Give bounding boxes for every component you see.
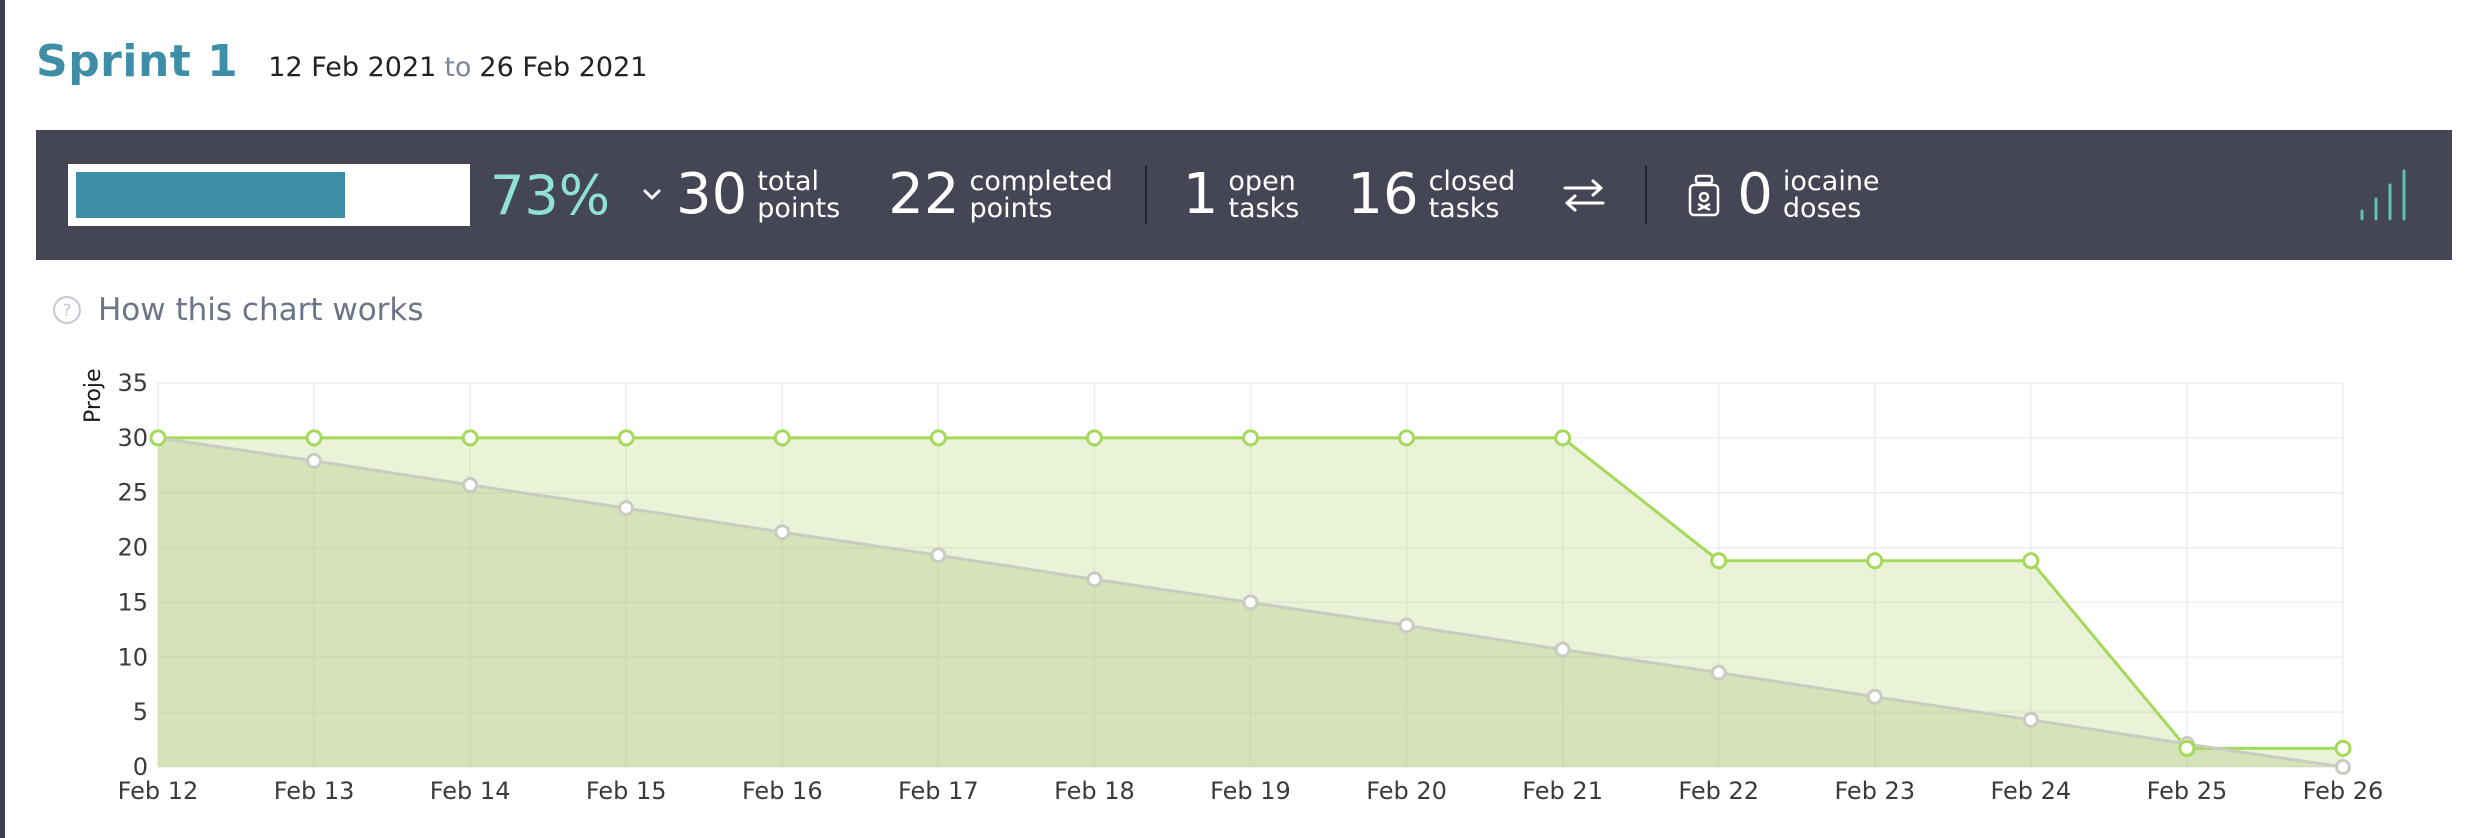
sprint-title[interactable]: Sprint 1 <box>36 36 238 87</box>
real-burndown-point <box>461 429 479 447</box>
total-points-label-line-1: total <box>757 166 820 197</box>
question-circle-icon: ? <box>52 295 82 325</box>
y-tick-label: 15 <box>117 588 148 616</box>
real-burndown-point <box>305 429 323 447</box>
optimal-burndown-point <box>2335 759 2351 775</box>
burndown-chart: 05101520253035 Feb 12 Feb 13 Feb 14 Feb 15 F… <box>81 368 2384 805</box>
iocaine-doses-value: 0 <box>1737 162 1773 227</box>
total-points-value: 30 <box>676 162 748 227</box>
y-tick-label: 10 <box>117 643 148 671</box>
optimal-burndown-point <box>774 524 791 541</box>
real-burndown-point <box>1085 429 1103 447</box>
closed-tasks-label: closed tasks <box>1429 168 1516 222</box>
completed-points-label-line-2: points <box>969 193 1053 224</box>
y-tick-label: 35 <box>117 369 148 397</box>
progress-percent: 73% <box>490 163 611 227</box>
x-tick-label: Feb 19 <box>1210 777 1291 805</box>
how-chart-works-link[interactable]: ? How this chart works <box>52 292 424 328</box>
open-tasks-label: open tasks <box>1228 168 1299 222</box>
iocaine-doses-label-line-1: iocaine <box>1782 166 1880 197</box>
completed-points-label-line-1: completed <box>969 166 1113 197</box>
optimal-burndown-point <box>930 547 947 564</box>
sprint-start-date: 12 Feb 2021 <box>268 52 437 83</box>
y-tick-label: 20 <box>117 534 148 562</box>
open-tasks-label-line-2: tasks <box>1228 193 1300 224</box>
sprint-header: Sprint 1 12 Feb 2021 to 26 Feb 2021 <box>36 36 647 96</box>
svg-text:?: ? <box>62 301 71 321</box>
y-tick-label: 30 <box>117 424 148 452</box>
stats-divider-2 <box>1645 166 1648 224</box>
y-axis-title: Proje <box>81 368 106 423</box>
iocaine-doses-label: iocaine doses <box>1783 168 1880 222</box>
total-points-label: total points <box>757 168 840 222</box>
sprint-end-date: 26 Feb 2021 <box>479 52 648 83</box>
closed-tasks-value: 16 <box>1347 162 1419 227</box>
x-axis-ticks: Feb 12 Feb 13 Feb 14 Feb 15 Feb 16 Feb 17 Feb … <box>118 777 2384 805</box>
x-tick-label: Feb 15 <box>586 777 667 805</box>
sprint-progress-fill <box>76 172 345 218</box>
real-burndown-point <box>773 429 791 447</box>
optimal-burndown-point <box>618 500 635 517</box>
closed-tasks-label-line-2: tasks <box>1428 193 1500 224</box>
x-tick-label: Feb 14 <box>430 777 511 805</box>
y-tick-label: 25 <box>117 479 148 507</box>
real-burndown-point <box>1554 429 1572 447</box>
x-tick-label: Feb 26 <box>2303 777 2384 805</box>
optimal-burndown-point <box>462 477 479 494</box>
open-tasks-label-line-1: open <box>1228 166 1296 197</box>
optimal-burndown-point <box>2022 711 2039 728</box>
x-tick-label: Feb 21 <box>1522 777 1603 805</box>
sprint-dates: 12 Feb 2021 to 26 Feb 2021 <box>268 52 647 83</box>
real-burndown-point <box>1398 429 1416 447</box>
x-tick-label: Feb 22 <box>1678 777 1759 805</box>
sprint-progress-bar <box>68 164 470 226</box>
stats-divider <box>1144 166 1147 224</box>
swap-arrows-icon[interactable] <box>1561 175 1607 215</box>
open-tasks-stat: 1 open tasks <box>1183 167 1300 223</box>
chevron-down-icon[interactable] <box>638 181 666 209</box>
x-tick-label: Feb 25 <box>2147 777 2228 805</box>
real-burndown-point <box>929 429 947 447</box>
x-tick-label: Feb 12 <box>118 777 199 805</box>
real-burndown-point <box>149 429 167 447</box>
x-tick-label: Feb 13 <box>274 777 355 805</box>
optimal-burndown-point <box>1086 571 1103 588</box>
how-chart-works-label: How this chart works <box>98 292 424 328</box>
x-tick-label: Feb 20 <box>1366 777 1447 805</box>
x-tick-label: Feb 18 <box>1054 777 1135 805</box>
real-burndown-point <box>2178 739 2196 757</box>
real-burndown-point <box>2334 739 2352 757</box>
real-burndown-point <box>1866 552 1884 570</box>
optimal-burndown-point <box>306 452 323 469</box>
iocaine-doses-stat: 0 iocaine doses <box>1737 167 1879 223</box>
closed-tasks-label-line-1: closed <box>1428 166 1516 197</box>
x-tick-label: Feb 17 <box>898 777 979 805</box>
real-burndown-point <box>617 429 635 447</box>
y-tick-label: 5 <box>133 698 148 726</box>
completed-points-value: 22 <box>888 162 960 227</box>
sprint-dates-separator: to <box>444 52 472 83</box>
bar-chart-icon[interactable] <box>2356 169 2412 221</box>
total-points-stat: 30 total points <box>676 167 840 223</box>
poison-jar-icon <box>1687 173 1721 217</box>
x-tick-label: Feb 23 <box>1834 777 1915 805</box>
optimal-burndown-point <box>1242 594 1259 611</box>
x-tick-label: Feb 24 <box>1991 777 2072 805</box>
completed-points-stat: 22 completed points <box>888 167 1113 223</box>
sprint-stats-bar: 73% 30 total points 22 completed points … <box>36 130 2452 260</box>
optimal-burndown-point <box>1398 617 1415 634</box>
completed-points-label: completed points <box>970 168 1113 222</box>
optimal-burndown-point <box>1554 641 1571 658</box>
closed-tasks-stat: 16 closed tasks <box>1347 167 1515 223</box>
optimal-burndown-point <box>1710 664 1727 681</box>
y-axis-ticks: 05101520253035 <box>117 369 148 781</box>
total-points-label-line-2: points <box>757 193 841 224</box>
real-burndown-point <box>2022 552 2040 570</box>
real-burndown-point <box>1710 552 1728 570</box>
open-tasks-value: 1 <box>1182 162 1219 227</box>
iocaine-doses-label-line-2: doses <box>1782 193 1862 224</box>
optimal-burndown-point <box>1866 688 1883 705</box>
real-burndown-point <box>1242 429 1259 447</box>
x-tick-label: Feb 16 <box>742 777 823 805</box>
